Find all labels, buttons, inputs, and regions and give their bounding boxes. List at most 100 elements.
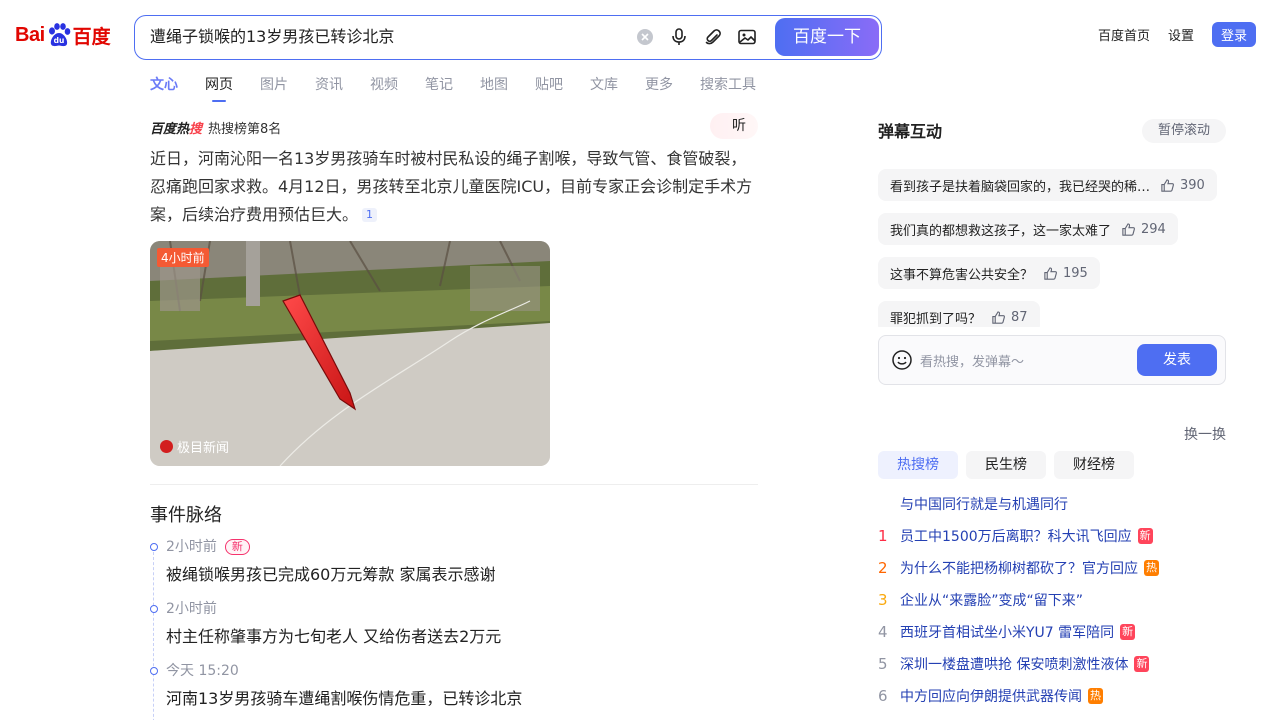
- danmu-text: 罪犯抓到了吗？: [890, 311, 982, 327]
- new-tag: 新: [1134, 656, 1150, 672]
- timeline-item[interactable]: 今天 15:20 河南13岁男孩骑车遭绳割喉伤情危重，已转诊北京: [150, 662, 758, 720]
- tab-images[interactable]: 图片: [260, 74, 288, 98]
- hot-logo-sou: 搜: [189, 121, 203, 137]
- rank-title[interactable]: 员工中1500万后离职？科大讯飞回应: [900, 526, 1132, 546]
- divider: [150, 484, 758, 485]
- tab-map[interactable]: 地图: [480, 74, 508, 98]
- hot-logo-text: 百度热: [150, 121, 190, 137]
- home-link[interactable]: 百度首页: [1098, 25, 1150, 44]
- settings-link[interactable]: 设置: [1168, 25, 1194, 44]
- danmu-item[interactable]: 我们真的都想救这孩子，这一家太难了 294: [878, 213, 1178, 245]
- tab-web[interactable]: 网页: [205, 74, 233, 102]
- tab-search-tools[interactable]: 搜索工具: [700, 74, 756, 98]
- like-button[interactable]: 390: [1160, 178, 1205, 193]
- send-button[interactable]: 发表: [1137, 344, 1217, 376]
- paw-icon: du: [48, 23, 70, 47]
- new-tag: 新: [1120, 624, 1136, 640]
- rank-title[interactable]: 深圳一楼盘遭哄抢 保安喷刺激性液体: [900, 654, 1128, 674]
- search-box[interactable]: 遭绳子锁喉的13岁男孩已转诊北京 百度一下: [134, 15, 882, 60]
- tab-livelihood[interactable]: 民生榜: [966, 451, 1046, 479]
- tab-more[interactable]: 更多: [645, 74, 673, 98]
- danmu-input[interactable]: 看热搜，发弹幕～: [920, 351, 1024, 370]
- image-search-icon[interactable]: [735, 25, 759, 49]
- search-input[interactable]: 遭绳子锁喉的13岁男孩已转诊北京: [150, 16, 620, 58]
- like-count: 390: [1180, 177, 1205, 193]
- ranking-item[interactable]: 与中国同行就是与机遇同行: [878, 488, 1226, 520]
- thumbs-up-icon: [992, 310, 1005, 324]
- tab-notes[interactable]: 笔记: [425, 74, 453, 98]
- tab-video[interactable]: 视频: [370, 74, 398, 98]
- news-summary: 近日，河南沁阳一名13岁男孩骑车时被村民私设的绳子割喉，导致气管、食管破裂，忍痛…: [150, 145, 755, 229]
- logo-text-bai: Bai: [15, 23, 45, 46]
- danmu-item[interactable]: 罪犯抓到了吗？ 87: [878, 301, 1040, 327]
- danmu-item[interactable]: 看到孩子是扶着脑袋回家的，我已经哭的稀… 390: [878, 169, 1217, 201]
- danmu-item[interactable]: 这事不算危害公共安全？ 195: [878, 257, 1100, 289]
- clear-icon[interactable]: [633, 25, 657, 49]
- tab-news[interactable]: 资讯: [315, 74, 343, 98]
- tab-finance[interactable]: 财经榜: [1054, 451, 1134, 479]
- tab-tieba[interactable]: 贴吧: [535, 74, 563, 98]
- rank-number: 6: [878, 687, 888, 705]
- new-tag: 新: [1137, 528, 1153, 544]
- logo-text-du: 百度: [72, 25, 111, 48]
- like-button[interactable]: 195: [1043, 266, 1088, 281]
- ranking-item[interactable]: 3 企业从“来露脸”变成“留下来”: [878, 584, 1226, 616]
- thumbs-up-icon: [1044, 266, 1057, 280]
- login-button[interactable]: 登录: [1211, 22, 1256, 47]
- hot-search-header: 百度热搜 热搜榜第8名 听: [150, 113, 758, 139]
- timeline-dot: [150, 543, 158, 551]
- danmu-text: 我们真的都想救这孩子，这一家太难了: [890, 223, 1112, 239]
- timeline-text[interactable]: 村主任称肇事方为七旬老人 又给伤者送去2万元: [166, 623, 758, 647]
- news-image[interactable]: 4小时前 极目新闻: [150, 241, 550, 466]
- ranking-item[interactable]: 2 为什么不能把杨柳树都砍了？官方回应 热: [878, 552, 1226, 584]
- danmu-input-box[interactable]: 看热搜，发弹幕～ 发表: [878, 335, 1226, 385]
- baidu-logo[interactable]: Bai du 百度: [15, 18, 117, 52]
- tab-wenku[interactable]: 文库: [590, 74, 618, 98]
- timeline-dot: [150, 667, 158, 675]
- refresh-link[interactable]: 换一换: [1184, 424, 1226, 444]
- like-button[interactable]: 87: [991, 310, 1028, 325]
- rank-title[interactable]: 为什么不能把杨柳树都砍了？官方回应: [900, 558, 1138, 578]
- microphone-icon[interactable]: [667, 25, 691, 49]
- hot-search-logo[interactable]: 百度热搜: [150, 118, 202, 137]
- rank-title[interactable]: 西班牙首相试坐小米YU7 雷军陪同: [900, 622, 1114, 642]
- listen-button[interactable]: 听: [710, 113, 758, 139]
- news-photo: [150, 241, 550, 466]
- attachment-icon[interactable]: [701, 25, 725, 49]
- rank-title[interactable]: 企业从“来露脸”变成“留下来”: [900, 590, 1083, 610]
- tab-hot-search[interactable]: 热搜榜: [878, 451, 958, 479]
- image-source[interactable]: 极目新闻: [160, 437, 229, 456]
- rank-title[interactable]: 中方回应向伊朗提供武器传闻: [900, 686, 1082, 706]
- danmu-header: 弹幕互动 暂停滚动: [878, 119, 1226, 145]
- ranking-list: 与中国同行就是与机遇同行 1 员工中1500万后离职？科大讯飞回应 新 2 为什…: [878, 488, 1226, 712]
- ranking-item[interactable]: 6 中方回应向伊朗提供武器传闻 热: [878, 680, 1226, 712]
- source-logo-icon: [160, 440, 173, 453]
- timeline-dot: [150, 605, 158, 613]
- like-count: 294: [1141, 221, 1166, 237]
- ranking-item[interactable]: 1 员工中1500万后离职？科大讯飞回应 新: [878, 520, 1226, 552]
- search-button[interactable]: 百度一下: [775, 18, 879, 56]
- reference-marker[interactable]: 1: [362, 208, 378, 222]
- ranking-item[interactable]: 5 深圳一楼盘遭哄抢 保安喷刺激性液体 新: [878, 648, 1226, 680]
- timeline-item[interactable]: 2小时前新 被绳锁喉男孩已完成60万元筹款 家属表示感谢: [150, 538, 758, 600]
- danmu-text: 这事不算危害公共安全？: [890, 267, 1034, 283]
- image-source-label: 极目新闻: [177, 441, 230, 456]
- rank-title[interactable]: 与中国同行就是与机遇同行: [900, 494, 1068, 514]
- ranking-item[interactable]: 4 西班牙首相试坐小米YU7 雷军陪同 新: [878, 616, 1226, 648]
- rank-number: 1: [878, 527, 888, 545]
- like-button[interactable]: 294: [1121, 222, 1166, 237]
- tab-wenxin[interactable]: 文心: [150, 74, 178, 98]
- pause-scroll-button[interactable]: 暂停滚动: [1142, 119, 1226, 143]
- timeline-item[interactable]: 2小时前 村主任称肇事方为七旬老人 又给伤者送去2万元: [150, 600, 758, 662]
- event-timeline: 2小时前新 被绳锁喉男孩已完成60万元筹款 家属表示感谢 2小时前 村主任称肇事…: [150, 538, 758, 720]
- danmu-list: 看到孩子是扶着脑袋回家的，我已经哭的稀… 390 我们真的都想救这孩子，这一家太…: [878, 169, 1226, 327]
- timeline-text[interactable]: 被绳锁喉男孩已完成60万元筹款 家属表示感谢: [166, 561, 758, 585]
- timeline-time: 2小时前: [166, 601, 217, 617]
- timeline-time: 今天 15:20: [166, 663, 239, 679]
- hot-tag: 热: [1088, 688, 1103, 704]
- hot-rank-text[interactable]: 热搜榜第8名: [208, 118, 281, 137]
- ranking-tabs: 热搜榜 民生榜 财经榜: [878, 451, 1142, 479]
- timeline-title: 事件脉络: [150, 505, 222, 526]
- emoji-icon[interactable]: [891, 349, 913, 371]
- timeline-text[interactable]: 河南13岁男孩骑车遭绳割喉伤情危重，已转诊北京: [166, 685, 758, 709]
